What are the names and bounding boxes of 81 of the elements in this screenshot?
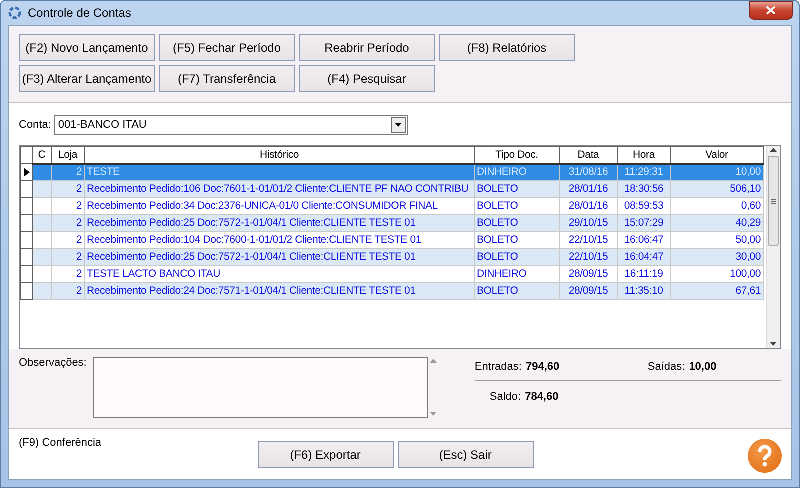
column-header[interactable]: C: [32, 146, 52, 164]
table-cell: 2: [52, 180, 84, 198]
table-cell: 08:59:53: [618, 198, 670, 214]
vertical-scrollbar[interactable]: [766, 146, 780, 348]
table-cell: Recebimento Pedido:25 Doc:7572-1-01/04/1 Cliente:CLIENTE TESTE 01: [84, 214, 474, 232]
column-header[interactable]: Hora: [618, 146, 670, 164]
footer-button[interactable]: (Esc) Sair: [398, 441, 534, 468]
account-label: Conta:: [19, 119, 52, 131]
table-cell: 28/01/16: [560, 198, 618, 214]
table-cell: 16:04:47: [618, 248, 670, 266]
table-cell: Recebimento Pedido:34 Doc:2376-UNICA-01/0 Cliente:CONSUMIDOR FINAL: [84, 198, 474, 214]
footer-button[interactable]: (F6) Exportar: [258, 441, 394, 468]
column-header[interactable]: Valor: [670, 146, 764, 164]
table-cell: Recebimento Pedido:25 Doc:7572-1-01/04/1 Cliente:CLIENTE TESTE 01: [84, 248, 474, 266]
table-cell: 11:35:10: [618, 282, 670, 300]
table-cell: 29/10/15: [560, 214, 618, 232]
question-mark-icon: [757, 445, 773, 467]
saidas-label: Saídas:: [648, 361, 686, 373]
table-cell: 0,60: [670, 198, 764, 214]
table-cell: BOLETO: [474, 248, 560, 266]
table-cell: 28/09/15: [560, 266, 618, 282]
toolbar-button[interactable]: (F7) Transferência: [159, 65, 295, 92]
scroll-up-icon[interactable]: [770, 148, 777, 152]
column-header[interactable]: Tipo Doc.: [474, 146, 560, 164]
table-cell: 2: [52, 266, 84, 282]
table-cell: 67,61: [670, 282, 764, 300]
table-cell: DINHEIRO: [474, 266, 560, 282]
table-cell: 16:11:19: [618, 266, 670, 282]
table-cell: 22/10/15: [560, 232, 618, 248]
table-cell: 2: [52, 248, 84, 266]
notes-label: Observações:: [19, 357, 87, 371]
table-cell: 28/09/15: [560, 282, 618, 300]
toolbar-button[interactable]: (F2) Novo Lançamento: [19, 34, 155, 61]
toolbar-button[interactable]: (F5) Fechar Período: [159, 34, 295, 61]
toolbar-button[interactable]: (F4) Pesquisar: [299, 65, 435, 92]
grip-icon: [771, 198, 776, 204]
saldo-value: 784,60: [525, 391, 559, 403]
help-button[interactable]: [748, 439, 782, 473]
conferencia-hint: (F9) Conferência: [19, 437, 102, 451]
table-cell: 30,00: [670, 248, 764, 266]
caret-icon: [395, 123, 402, 127]
toolbar-button[interactable]: (F3) Alterar Lançamento: [19, 65, 155, 92]
column-header[interactable]: Loja: [52, 146, 84, 164]
table-cell: 22/10/15: [560, 248, 618, 266]
table-cell: 2: [52, 198, 84, 214]
table-cell: Recebimento Pedido:24 Doc:7571-1-01/04/1 Cliente:CLIENTE TESTE 01: [84, 282, 474, 300]
table-cell: 506,10: [670, 180, 764, 198]
table-cell: 16:06:47: [618, 232, 670, 248]
close-icon: [766, 6, 776, 15]
row-pointer-icon: [24, 168, 30, 176]
table-cell: 2: [52, 282, 84, 300]
saidas-value: 10,00: [689, 361, 717, 373]
app-icon: [8, 6, 22, 20]
entradas-label: Entradas:: [474, 361, 522, 373]
notes-field[interactable]: [92, 357, 428, 418]
table-cell: 2: [52, 214, 84, 232]
table-cell: 28/01/16: [560, 180, 618, 198]
scroll-down-icon[interactable]: [770, 342, 777, 346]
table-cell: BOLETO: [474, 180, 560, 198]
table-cell: 40,29: [670, 214, 764, 232]
account-dropdown[interactable]: 001-BANCO ITAU: [54, 115, 408, 135]
table-cell: 18:30:56: [618, 180, 670, 198]
toolbar-button[interactable]: Reabrir Período: [299, 34, 435, 61]
toolbar-button[interactable]: (F8) Relatórios: [439, 34, 575, 61]
table-cell: BOLETO: [474, 232, 560, 248]
table-cell: TESTE LACTO BANCO ITAU: [84, 266, 474, 282]
column-header[interactable]: Data: [560, 146, 618, 164]
table-cell: Recebimento Pedido:106 Doc:7601-1-01/01/2 Cliente:CLIENTE PF NAO CONTRIBU: [84, 180, 474, 198]
close-button[interactable]: [749, 1, 793, 20]
table-cell: 15:07:29: [618, 214, 670, 232]
saldo-label: Saldo:: [490, 391, 522, 403]
table-cell: Recebimento Pedido:104 Doc:7600-1-01/01/2 Cliente:CLIENTE TESTE 01: [84, 232, 474, 248]
table-cell: 100,00: [670, 266, 764, 282]
column-header[interactable]: Histórico: [84, 146, 474, 164]
table-cell: BOLETO: [474, 214, 560, 232]
table-cell: 50,00: [670, 232, 764, 248]
table-cell: BOLETO: [474, 198, 560, 214]
window-title: Controle de Contas: [28, 6, 132, 20]
table-cell: 2: [52, 232, 84, 248]
entradas-value: 794,60: [526, 361, 560, 373]
table-cell: BOLETO: [474, 282, 560, 300]
